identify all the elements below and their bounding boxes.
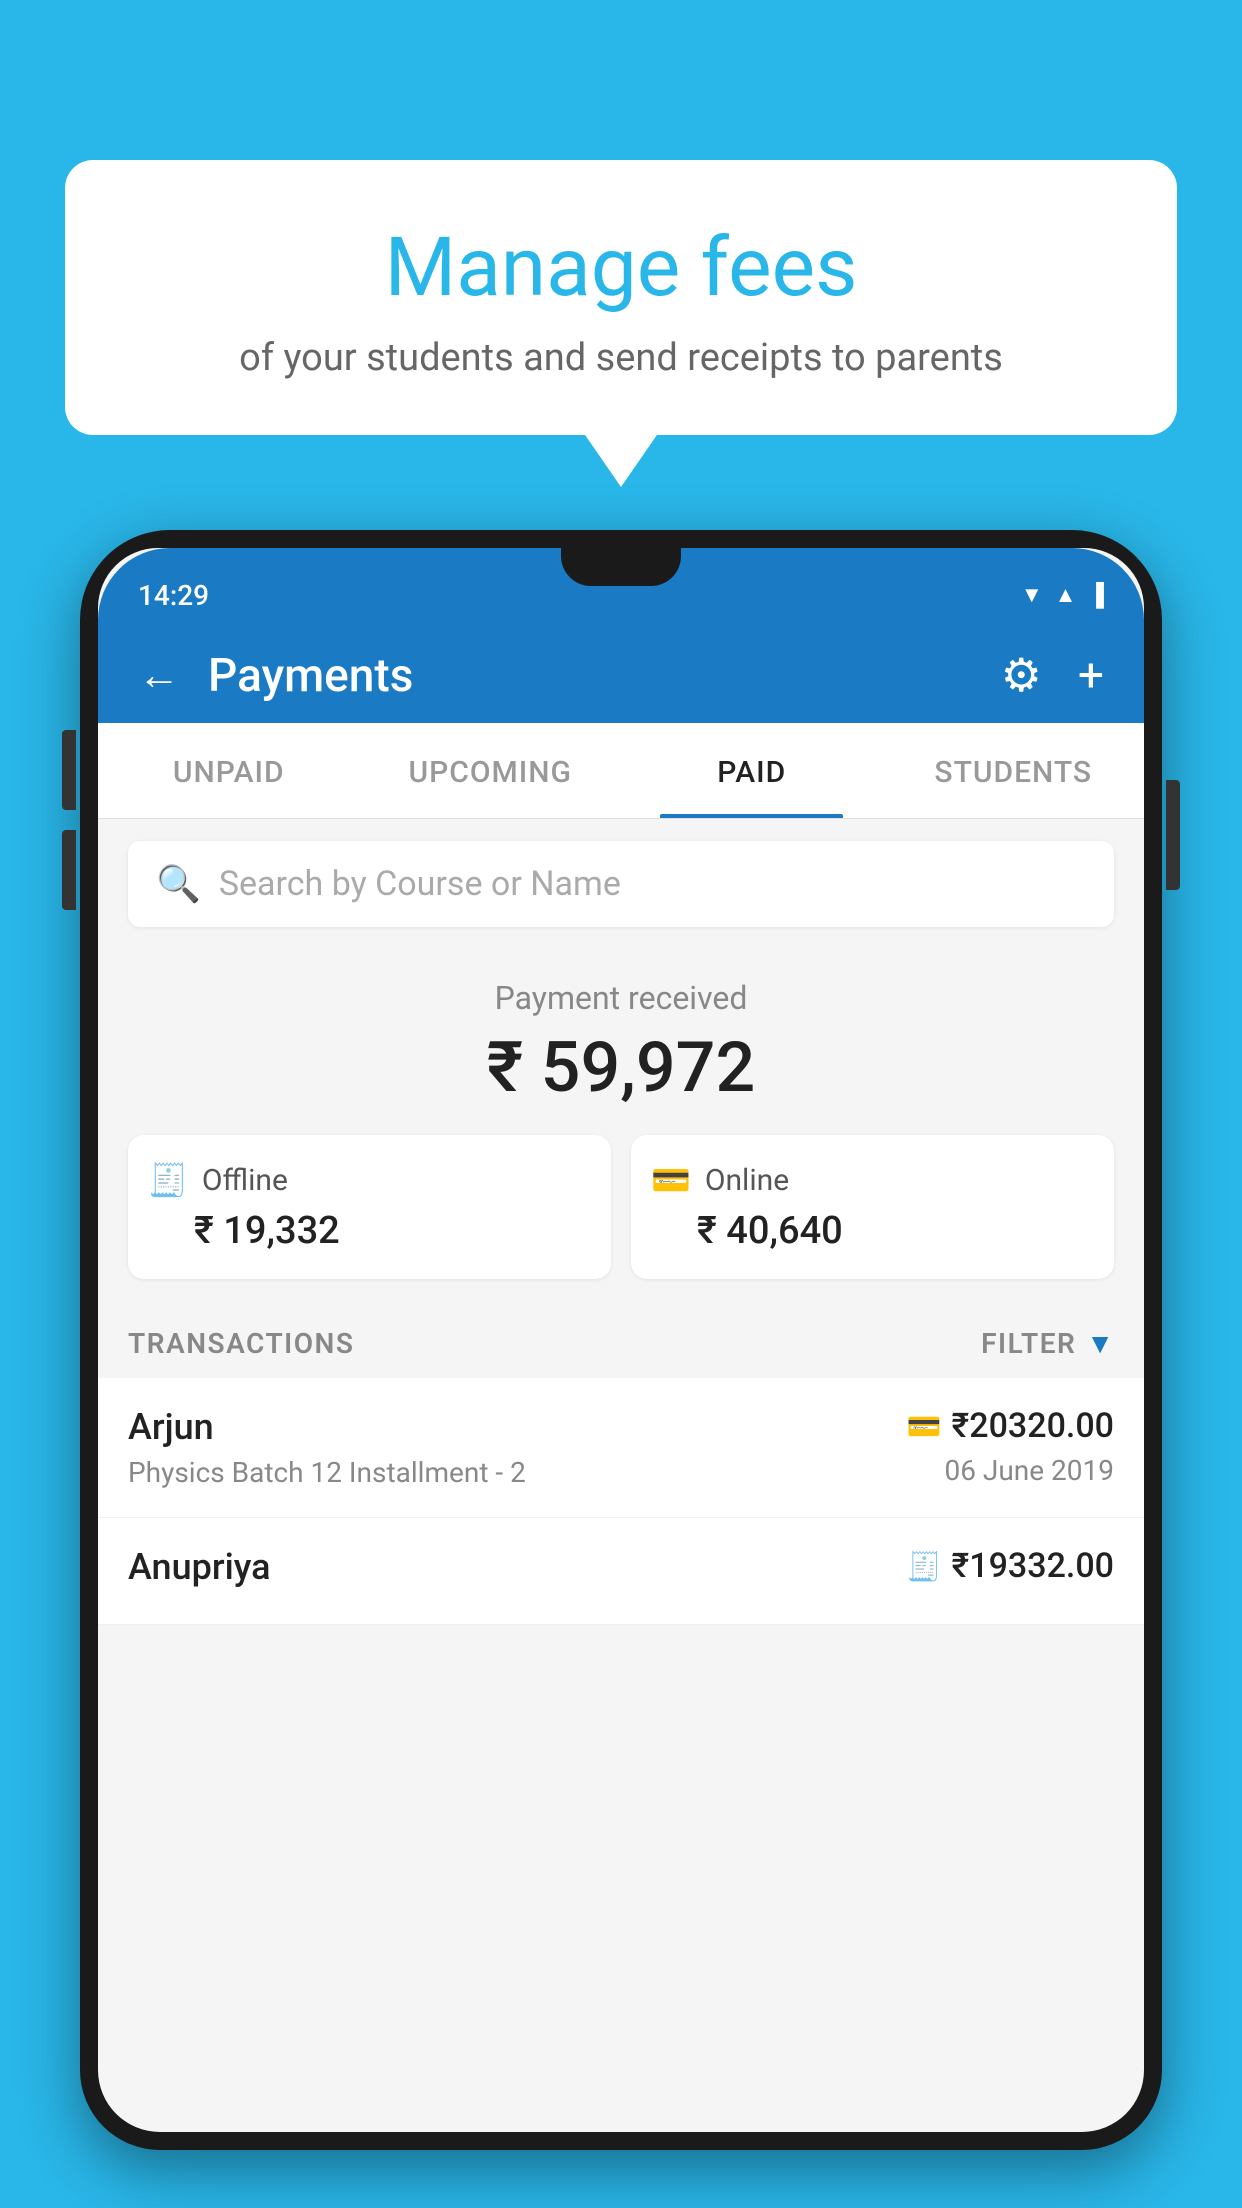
offline-label: Offline: [202, 1163, 288, 1198]
online-icon: 💳: [651, 1161, 691, 1199]
filter-label: FILTER: [981, 1327, 1076, 1360]
phone-screen: 14:29 ▼ ▲ ▐ ← Payments ⚙ +: [98, 548, 1144, 2132]
notch: [561, 548, 681, 586]
transaction-name: Anupriya: [128, 1546, 907, 1588]
transaction-right: 💳 ₹20320.00 06 June 2019: [907, 1406, 1114, 1487]
transaction-payment-icon: 💳: [907, 1410, 942, 1443]
tabs-container: UNPAID UPCOMING PAID STUDENTS: [98, 723, 1144, 819]
page-title: Payments: [208, 649, 413, 703]
speech-bubble: Manage fees of your students and send re…: [65, 160, 1177, 435]
table-row[interactable]: Anupriya 🧾 ₹19332.00: [98, 1518, 1144, 1625]
transaction-course: Physics Batch 12 Installment - 2: [128, 1456, 907, 1489]
bubble-title: Manage fees: [115, 220, 1127, 316]
power-button: [1166, 780, 1180, 890]
search-icon: 🔍: [156, 863, 201, 905]
settings-icon[interactable]: ⚙: [1001, 648, 1042, 703]
volume-button-2: [62, 830, 76, 910]
transaction-amount-row: 🧾 ₹19332.00: [907, 1546, 1114, 1586]
transaction-date: 06 June 2019: [907, 1454, 1114, 1487]
online-payment-card: 💳 Online ₹ 40,640: [631, 1135, 1114, 1279]
transaction-right: 🧾 ₹19332.00: [907, 1546, 1114, 1594]
tab-unpaid[interactable]: UNPAID: [98, 723, 360, 818]
add-icon[interactable]: +: [1078, 649, 1104, 703]
volume-button-1: [62, 730, 76, 810]
offline-card-header: 🧾 Offline: [148, 1161, 591, 1199]
bubble-subtitle: of your students and send receipts to pa…: [115, 336, 1127, 380]
phone-container: 14:29 ▼ ▲ ▐ ← Payments ⚙ +: [80, 530, 1162, 2208]
header-left: ← Payments: [138, 649, 413, 703]
search-container: 🔍 Search by Course or Name: [98, 819, 1144, 949]
filter-row[interactable]: FILTER ▼: [981, 1327, 1114, 1360]
transaction-amount: ₹19332.00: [952, 1546, 1114, 1586]
payment-cards: 🧾 Offline ₹ 19,332 💳 Online ₹ 40,640: [128, 1135, 1114, 1279]
payment-received-label: Payment received: [128, 979, 1114, 1017]
phone-outer: 14:29 ▼ ▲ ▐ ← Payments ⚙ +: [80, 530, 1162, 2150]
offline-payment-card: 🧾 Offline ₹ 19,332: [128, 1135, 611, 1279]
search-bar[interactable]: 🔍 Search by Course or Name: [128, 841, 1114, 927]
transaction-name: Arjun: [128, 1406, 907, 1448]
online-amount: ₹ 40,640: [651, 1209, 1094, 1253]
back-button[interactable]: ←: [138, 651, 180, 700]
search-input[interactable]: Search by Course or Name: [219, 864, 621, 904]
battery-icon: ▐: [1088, 582, 1104, 608]
app-header: ← Payments ⚙ +: [98, 628, 1144, 723]
transactions-header: TRANSACTIONS FILTER ▼: [98, 1299, 1144, 1378]
tab-students[interactable]: STUDENTS: [883, 723, 1145, 818]
transactions-list: Arjun Physics Batch 12 Installment - 2 💳…: [98, 1378, 1144, 1625]
online-card-header: 💳 Online: [651, 1161, 1094, 1199]
table-row[interactable]: Arjun Physics Batch 12 Installment - 2 💳…: [98, 1378, 1144, 1518]
offline-amount: ₹ 19,332: [148, 1209, 591, 1253]
transaction-payment-icon: 🧾: [907, 1550, 942, 1583]
transaction-amount-row: 💳 ₹20320.00: [907, 1406, 1114, 1446]
tab-paid[interactable]: PAID: [621, 723, 883, 818]
online-label: Online: [705, 1163, 789, 1198]
transactions-label: TRANSACTIONS: [128, 1327, 354, 1360]
status-icons: ▼ ▲ ▐: [1021, 582, 1104, 608]
filter-icon: ▼: [1086, 1327, 1114, 1360]
header-right: ⚙ +: [1001, 648, 1104, 703]
transaction-left: Arjun Physics Batch 12 Installment - 2: [128, 1406, 907, 1489]
status-bar: 14:29 ▼ ▲ ▐: [98, 548, 1144, 628]
signal-icon: ▲: [1055, 582, 1077, 608]
payment-total-amount: ₹ 59,972: [128, 1027, 1114, 1109]
payment-summary: Payment received ₹ 59,972 🧾 Offline ₹ 19…: [98, 949, 1144, 1299]
status-time: 14:29: [138, 579, 209, 612]
wifi-icon: ▼: [1021, 582, 1043, 608]
transaction-left: Anupriya: [128, 1546, 907, 1596]
offline-icon: 🧾: [148, 1161, 188, 1199]
transaction-amount: ₹20320.00: [952, 1406, 1114, 1446]
tab-upcoming[interactable]: UPCOMING: [360, 723, 622, 818]
